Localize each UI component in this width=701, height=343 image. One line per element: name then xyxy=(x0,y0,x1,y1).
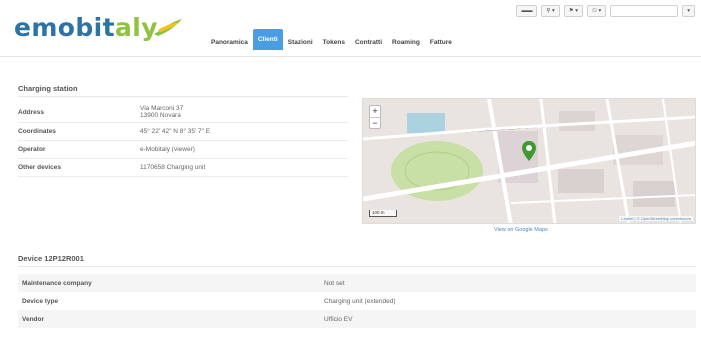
table-key: Vendor xyxy=(22,315,45,323)
nav-tab-fatture[interactable]: Fatture xyxy=(425,36,457,50)
table-key: Device type xyxy=(22,297,59,305)
flags-menu-button[interactable]: ⚑ ▾ xyxy=(563,5,583,17)
detail-row-coordinates: Coordinates 45° 22' 42" N 8° 35' 7" E xyxy=(18,123,348,141)
nav-tab-stazioni[interactable]: Stazioni xyxy=(283,36,318,50)
table-key: Maintenance company xyxy=(22,279,92,287)
section-divider xyxy=(18,266,696,267)
detail-value: 45° 22' 42" N 8° 35' 7" E xyxy=(140,128,211,135)
account-button[interactable]: ▬▬ xyxy=(516,5,538,17)
tools-menu-button[interactable]: ⚲ ▾ xyxy=(541,5,560,17)
address-line-1: Via Marconi 37 xyxy=(140,105,184,112)
address-line-2: 13900 Novara xyxy=(140,112,181,119)
brand-name-main: emobit xyxy=(14,13,115,42)
table-value: Not set xyxy=(324,279,345,287)
detail-value: Via Marconi 37 13900 Novara xyxy=(140,105,183,119)
detail-row-address: Address Via Marconi 37 13900 Novara xyxy=(18,102,348,123)
operator-link[interactable]: e-Mobitaly (viewer) xyxy=(140,146,195,153)
zoom-in-button[interactable]: + xyxy=(370,106,380,117)
detail-key: Coordinates xyxy=(18,128,56,135)
user-menu-button[interactable]: ⚇ ▾ xyxy=(587,5,607,17)
detail-key: Address xyxy=(18,108,45,116)
top-toolbar: ▬▬ ⚲ ▾ ⚑ ▾ ⚇ ▾ ▾ xyxy=(516,5,695,17)
table-row: Device type Charging unit (extended) xyxy=(18,292,696,310)
zoom-out-button[interactable]: − xyxy=(370,117,380,128)
brand-logo[interactable]: emobitaly xyxy=(14,13,158,42)
section-divider xyxy=(18,96,348,97)
map-attribution[interactable]: Leaflet | © OpenStreetMap contributors xyxy=(619,216,693,221)
device-details-table: Maintenance company Not set Device type … xyxy=(18,274,696,328)
map-zoom-control: + − xyxy=(369,105,381,129)
nav-tab-clienti[interactable]: Clienti xyxy=(252,29,283,50)
location-pin-icon[interactable] xyxy=(522,141,536,161)
detail-row-operator: Operator e-Mobitaly (viewer) xyxy=(18,141,348,159)
station-details: Address Via Marconi 37 13900 Novara Coor… xyxy=(18,102,348,177)
detail-row-other-devices: Other devices 1170658 Charging unit xyxy=(18,159,348,177)
nav-tab-contratti[interactable]: Contratti xyxy=(350,36,387,50)
table-row: Maintenance company Not set xyxy=(18,274,696,292)
logo-swoosh-icon xyxy=(154,19,182,36)
section-title-device: Device 12P12R001 xyxy=(18,254,84,263)
detail-key: Operator xyxy=(18,146,46,153)
nav-tab-panoramica[interactable]: Panoramica xyxy=(206,36,253,50)
table-row: Vendor Ufficio EV xyxy=(18,310,696,328)
map-scale: 100 m xyxy=(369,210,397,217)
table-value: Ufficio EV xyxy=(324,315,353,323)
other-device-link[interactable]: 1170658 Charging unit xyxy=(140,164,205,171)
table-value: Charging unit (extended) xyxy=(324,297,396,305)
header-divider xyxy=(0,56,701,57)
main-nav: Panoramica Clienti Stazioni Tokens Contr… xyxy=(206,29,457,50)
nav-tab-roaming[interactable]: Roaming xyxy=(387,36,425,50)
map-tiles xyxy=(363,99,695,223)
nav-tab-tokens[interactable]: Tokens xyxy=(318,36,350,50)
view-on-map-link[interactable]: View on Google Maps xyxy=(494,227,548,233)
location-map[interactable]: + − 100 m Leaflet | © OpenStreetMap cont… xyxy=(362,98,696,224)
app-header: emobitaly Panoramica Clienti Stazioni To… xyxy=(0,0,701,50)
chevron-down-icon[interactable]: ▾ xyxy=(682,5,695,17)
detail-key: Other devices xyxy=(18,164,61,171)
section-title-station: Charging station xyxy=(18,84,78,93)
search-input[interactable] xyxy=(610,5,679,17)
